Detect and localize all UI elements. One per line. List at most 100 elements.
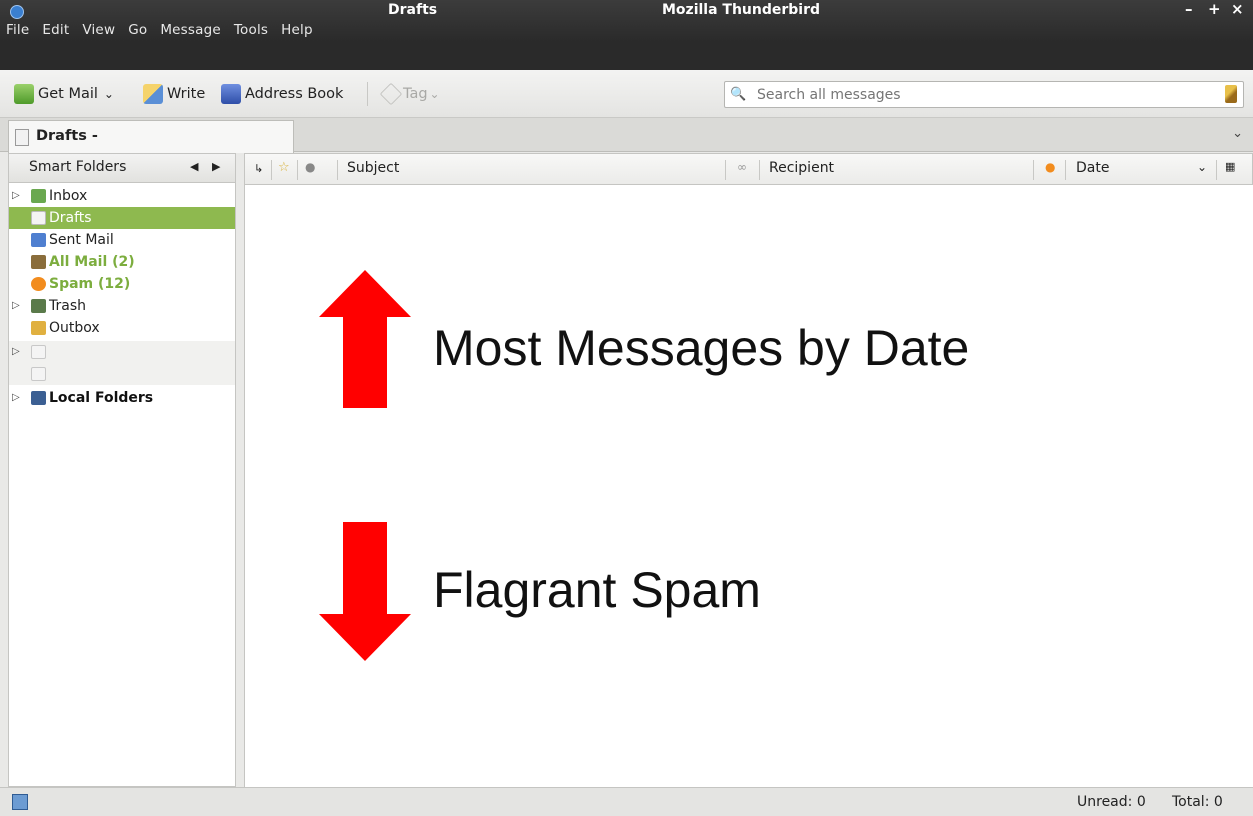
thunderbird-icon	[10, 5, 24, 19]
previous-folder-mode-icon[interactable]: ◀	[190, 160, 198, 173]
account-row[interactable]	[9, 363, 235, 385]
folder-label: All Mail (2)	[49, 254, 135, 270]
folder-all-mail[interactable]: All Mail (2)	[9, 251, 235, 273]
account-row[interactable]: ▷	[9, 341, 235, 363]
search-input[interactable]	[757, 85, 1207, 105]
annotation-most-messages-by-date: Most Messages by Date	[433, 320, 970, 376]
minimize-button[interactable]: –	[1185, 0, 1193, 18]
total-count: Total: 0	[1172, 794, 1223, 810]
folder-label: Sent Mail	[49, 232, 114, 248]
chevron-down-icon: ⌄	[429, 87, 440, 101]
folder-drafts[interactable]: Drafts	[9, 207, 235, 229]
menu-bar-background	[0, 42, 1253, 70]
write-button[interactable]: Write	[143, 82, 205, 106]
search-icon[interactable]: 🔍	[730, 87, 746, 103]
thread-list[interactable]: Most Messages by Date Flagrant Spam	[244, 185, 1253, 787]
thread-column-header: ↳ ☆ ● Subject ∞ Recipient ● Date ⌄ ▦	[244, 153, 1253, 185]
thread-column-icon[interactable]: ↳	[254, 162, 263, 175]
menu-message[interactable]: Message	[160, 22, 221, 40]
next-folder-mode-icon[interactable]: ▶	[212, 160, 220, 173]
get-mail-button[interactable]: Get Mail ⌄	[14, 82, 114, 106]
star-icon[interactable]: ☆	[278, 160, 290, 175]
address-book-label: Address Book	[245, 86, 344, 102]
get-mail-label: Get Mail	[38, 86, 98, 102]
online-status-icon[interactable]	[12, 794, 28, 810]
menu-view[interactable]: View	[82, 22, 115, 40]
tab-bar: Drafts - ⌄	[0, 118, 1253, 153]
trash-icon	[31, 299, 46, 313]
menu-go[interactable]: Go	[128, 22, 147, 40]
drafts-icon	[31, 211, 46, 225]
tab-drafts[interactable]: Drafts -	[8, 120, 294, 153]
column-separator	[297, 160, 298, 180]
menu-help[interactable]: Help	[281, 22, 313, 40]
tab-list-chevron-icon[interactable]: ⌄	[1232, 126, 1243, 141]
folder-label: Outbox	[49, 320, 100, 336]
folder-pane-header: Smart Folders ◀ ▶	[8, 153, 236, 183]
junk-status-icon[interactable]: ●	[1045, 160, 1055, 174]
document-icon	[15, 129, 29, 146]
title-bar: Drafts Mozilla Thunderbird – + × File Ed…	[0, 0, 1253, 42]
folder-outbox[interactable]: Outbox	[9, 317, 235, 339]
read-status-icon[interactable]: ∞	[737, 160, 747, 174]
folder-label: Spam (12)	[49, 276, 131, 292]
menu-file[interactable]: File	[6, 22, 29, 40]
close-button[interactable]: ×	[1231, 0, 1244, 18]
annotation-layer	[319, 270, 411, 661]
folder-local-folders[interactable]: ▷ Local Folders	[9, 387, 235, 409]
app-title: Mozilla Thunderbird	[662, 2, 821, 18]
menu-edit[interactable]: Edit	[42, 22, 69, 40]
sort-chevron-icon[interactable]: ⌄	[1197, 160, 1207, 174]
pane-splitter[interactable]	[236, 153, 244, 787]
column-separator	[725, 160, 726, 180]
recipient-column[interactable]: Recipient	[769, 160, 834, 176]
address-book-button[interactable]: Address Book	[221, 82, 343, 106]
tab-label: Drafts -	[36, 128, 98, 144]
annotation-flagrant-spam: Flagrant Spam	[433, 562, 761, 618]
folder-label: Inbox	[49, 188, 88, 204]
thunderbird-window: Drafts Mozilla Thunderbird – + × File Ed…	[0, 0, 1253, 816]
folder-mode-label: Smart Folders	[29, 159, 127, 175]
folder-inbox[interactable]: ▷ Inbox	[9, 185, 235, 207]
column-picker-icon[interactable]: ▦	[1225, 160, 1235, 173]
write-label: Write	[167, 86, 206, 102]
down-arrow-icon	[319, 522, 411, 661]
tag-icon	[379, 82, 403, 106]
column-separator	[1065, 160, 1066, 180]
sent-icon	[31, 233, 46, 247]
folder-label: Local Folders	[49, 390, 154, 406]
address-book-icon	[221, 84, 241, 104]
up-arrow-icon	[319, 270, 411, 408]
toolbar-separator	[367, 82, 368, 106]
local-folders-icon	[31, 391, 46, 405]
get-mail-icon	[14, 84, 34, 104]
search-field[interactable]: 🔍	[724, 81, 1244, 108]
spam-icon	[31, 277, 46, 291]
chevron-down-icon[interactable]: ⌄	[104, 87, 114, 101]
menu-bar: File Edit View Go Message Tools Help	[6, 22, 326, 40]
outbox-icon	[31, 321, 46, 335]
status-bar: Unread: 0 Total: 0	[0, 787, 1253, 816]
folder-trash[interactable]: ▷ Trash	[9, 295, 235, 317]
expand-twisty-icon[interactable]: ▷	[12, 295, 20, 317]
expand-twisty-icon[interactable]: ▷	[12, 185, 20, 207]
account-icon	[31, 367, 46, 381]
write-icon	[143, 84, 163, 104]
folder-label: Trash	[49, 298, 86, 314]
column-separator	[1216, 160, 1217, 180]
folder-spam[interactable]: Spam (12)	[9, 273, 235, 295]
folder-tree: ▷ Inbox Drafts Sent Mail All Mail (2) Sp…	[8, 183, 236, 787]
tag-button[interactable]: Tag ⌄	[379, 82, 440, 106]
expand-twisty-icon[interactable]: ▷	[12, 387, 20, 409]
folder-sent-mail[interactable]: Sent Mail	[9, 229, 235, 251]
attachment-icon[interactable]: ●	[305, 160, 315, 174]
expand-twisty-icon[interactable]: ▷	[12, 341, 20, 363]
maximize-button[interactable]: +	[1208, 0, 1221, 18]
date-column[interactable]: Date	[1076, 160, 1109, 176]
column-separator	[759, 160, 760, 180]
menu-tools[interactable]: Tools	[234, 22, 268, 40]
column-separator	[337, 160, 338, 180]
inbox-icon	[31, 189, 46, 203]
subject-column[interactable]: Subject	[347, 160, 399, 176]
clear-search-icon[interactable]	[1225, 85, 1237, 103]
